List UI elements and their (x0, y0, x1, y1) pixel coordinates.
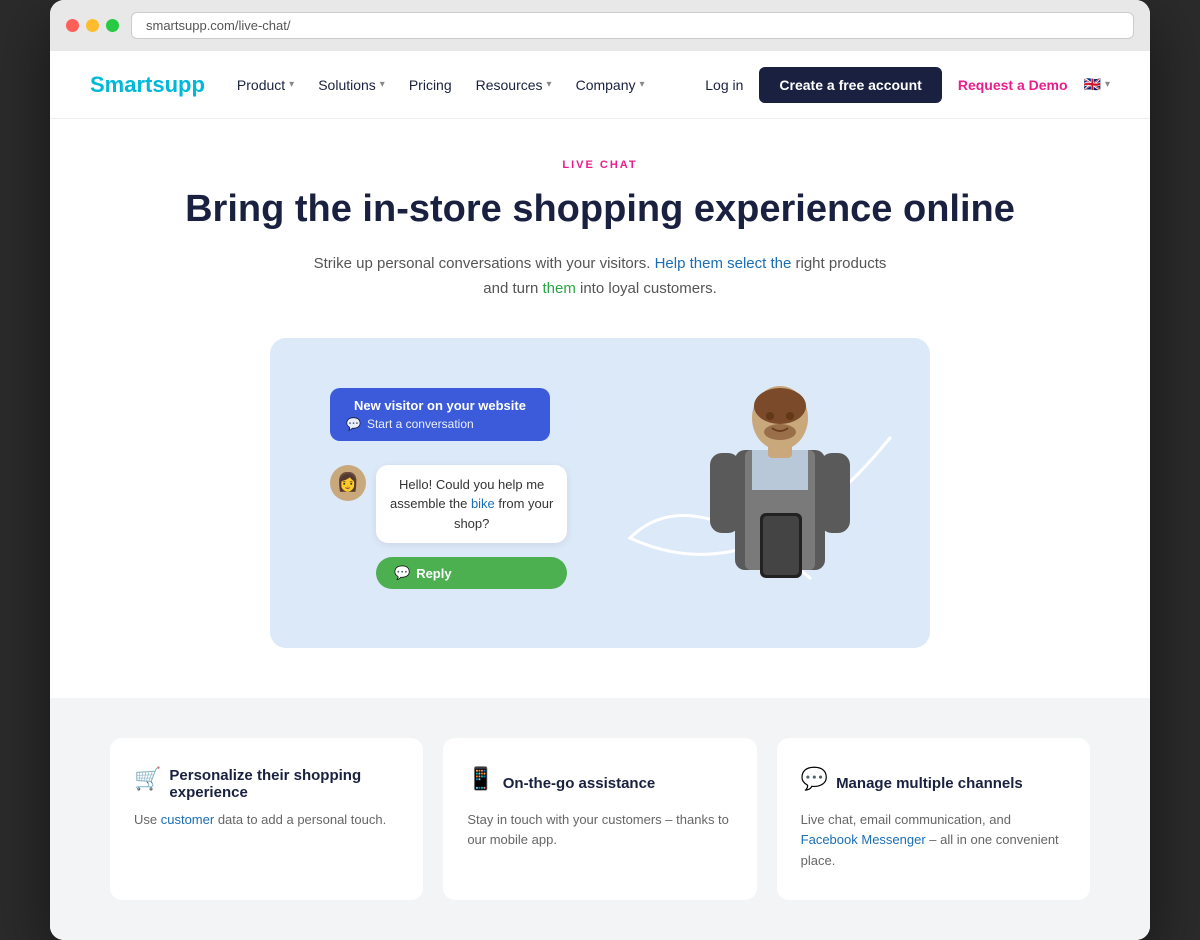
chat-area: New visitor on your website 💬 Start a co… (330, 388, 567, 590)
browser-titlebar: smartsupp.com/live-chat/ (50, 0, 1150, 51)
feature-title-1: 📱 On-the-go assistance (467, 766, 732, 802)
feature-title-2: 💬 Manage multiple channels (801, 766, 1066, 802)
chevron-down-icon: ▾ (640, 79, 645, 90)
chat-icon: 💬 (801, 766, 828, 792)
navbar: Smartsupp Product ▾ Solutions ▾ Pricing … (50, 51, 1150, 119)
feature-card-2: 💬 Manage multiple channels Live chat, em… (777, 738, 1090, 900)
feature-desc-1: Stay in touch with your customers – than… (467, 810, 732, 852)
user-avatar: 👩 (330, 465, 366, 501)
browser-window: smartsupp.com/live-chat/ Smartsupp Produ… (50, 0, 1150, 940)
cart-icon: 🛒 (134, 766, 161, 792)
traffic-lights (66, 19, 119, 32)
feature-desc-2: Live chat, email communication, and Face… (801, 810, 1066, 872)
nav-company[interactable]: Company ▾ (576, 77, 645, 93)
user-chat-bubble: 👩 Hello! Could you help me assemble the … (330, 465, 567, 544)
nav-pricing[interactable]: Pricing (409, 77, 452, 93)
nav-right: Log in Create a free account Request a D… (705, 67, 1110, 103)
chevron-down-icon: ▾ (380, 79, 385, 90)
live-chat-badge: LIVE CHAT (110, 159, 1090, 171)
maximize-button[interactable] (106, 19, 119, 32)
features-section: 🛒 Personalize their shopping experience … (50, 698, 1150, 940)
language-selector[interactable]: 🇬🇧 ▾ (1084, 76, 1110, 93)
user-message: Hello! Could you help me assemble the bi… (376, 465, 567, 544)
browser-content: Smartsupp Product ▾ Solutions ▾ Pricing … (50, 51, 1150, 940)
minimize-button[interactable] (86, 19, 99, 32)
create-account-button[interactable]: Create a free account (759, 67, 941, 103)
request-demo-button[interactable]: Request a Demo (958, 77, 1068, 93)
notification-sub: 💬 Start a conversation (346, 417, 534, 431)
notification-bubble: New visitor on your website 💬 Start a co… (330, 388, 550, 441)
nav-solutions[interactable]: Solutions ▾ (318, 77, 385, 93)
nav-links: Product ▾ Solutions ▾ Pricing Resources … (237, 77, 705, 93)
chevron-down-icon: ▾ (289, 79, 294, 90)
login-button[interactable]: Log in (705, 77, 743, 93)
hero-section: LIVE CHAT Bring the in-store shopping ex… (50, 119, 1150, 698)
hero-title: Bring the in-store shopping experience o… (110, 187, 1090, 233)
logo-supp: supp (152, 72, 205, 97)
logo-smart: Smart (90, 72, 152, 97)
logo[interactable]: Smartsupp (90, 72, 205, 98)
reply-button[interactable]: 💬 Reply (376, 557, 567, 589)
feature-title-0: 🛒 Personalize their shopping experience (134, 766, 399, 802)
person-graphic (670, 358, 890, 648)
chevron-down-icon: ▾ (1105, 79, 1110, 90)
mobile-icon: 📱 (467, 766, 494, 792)
close-button[interactable] (66, 19, 79, 32)
hero-subtitle: Strike up personal conversations with yo… (300, 251, 900, 302)
feature-card-0: 🛒 Personalize their shopping experience … (110, 738, 423, 900)
url-bar[interactable]: smartsupp.com/live-chat/ (131, 12, 1134, 39)
feature-card-1: 📱 On-the-go assistance Stay in touch wit… (443, 738, 756, 900)
chevron-down-icon: ▾ (547, 79, 552, 90)
feature-desc-0: Use customer data to add a personal touc… (134, 810, 399, 831)
demo-graphic: New visitor on your website 💬 Start a co… (270, 338, 930, 648)
hero-subtitle-help: Help them select the (655, 255, 796, 272)
nav-resources[interactable]: Resources ▾ (476, 77, 552, 93)
nav-product[interactable]: Product ▾ (237, 77, 294, 93)
